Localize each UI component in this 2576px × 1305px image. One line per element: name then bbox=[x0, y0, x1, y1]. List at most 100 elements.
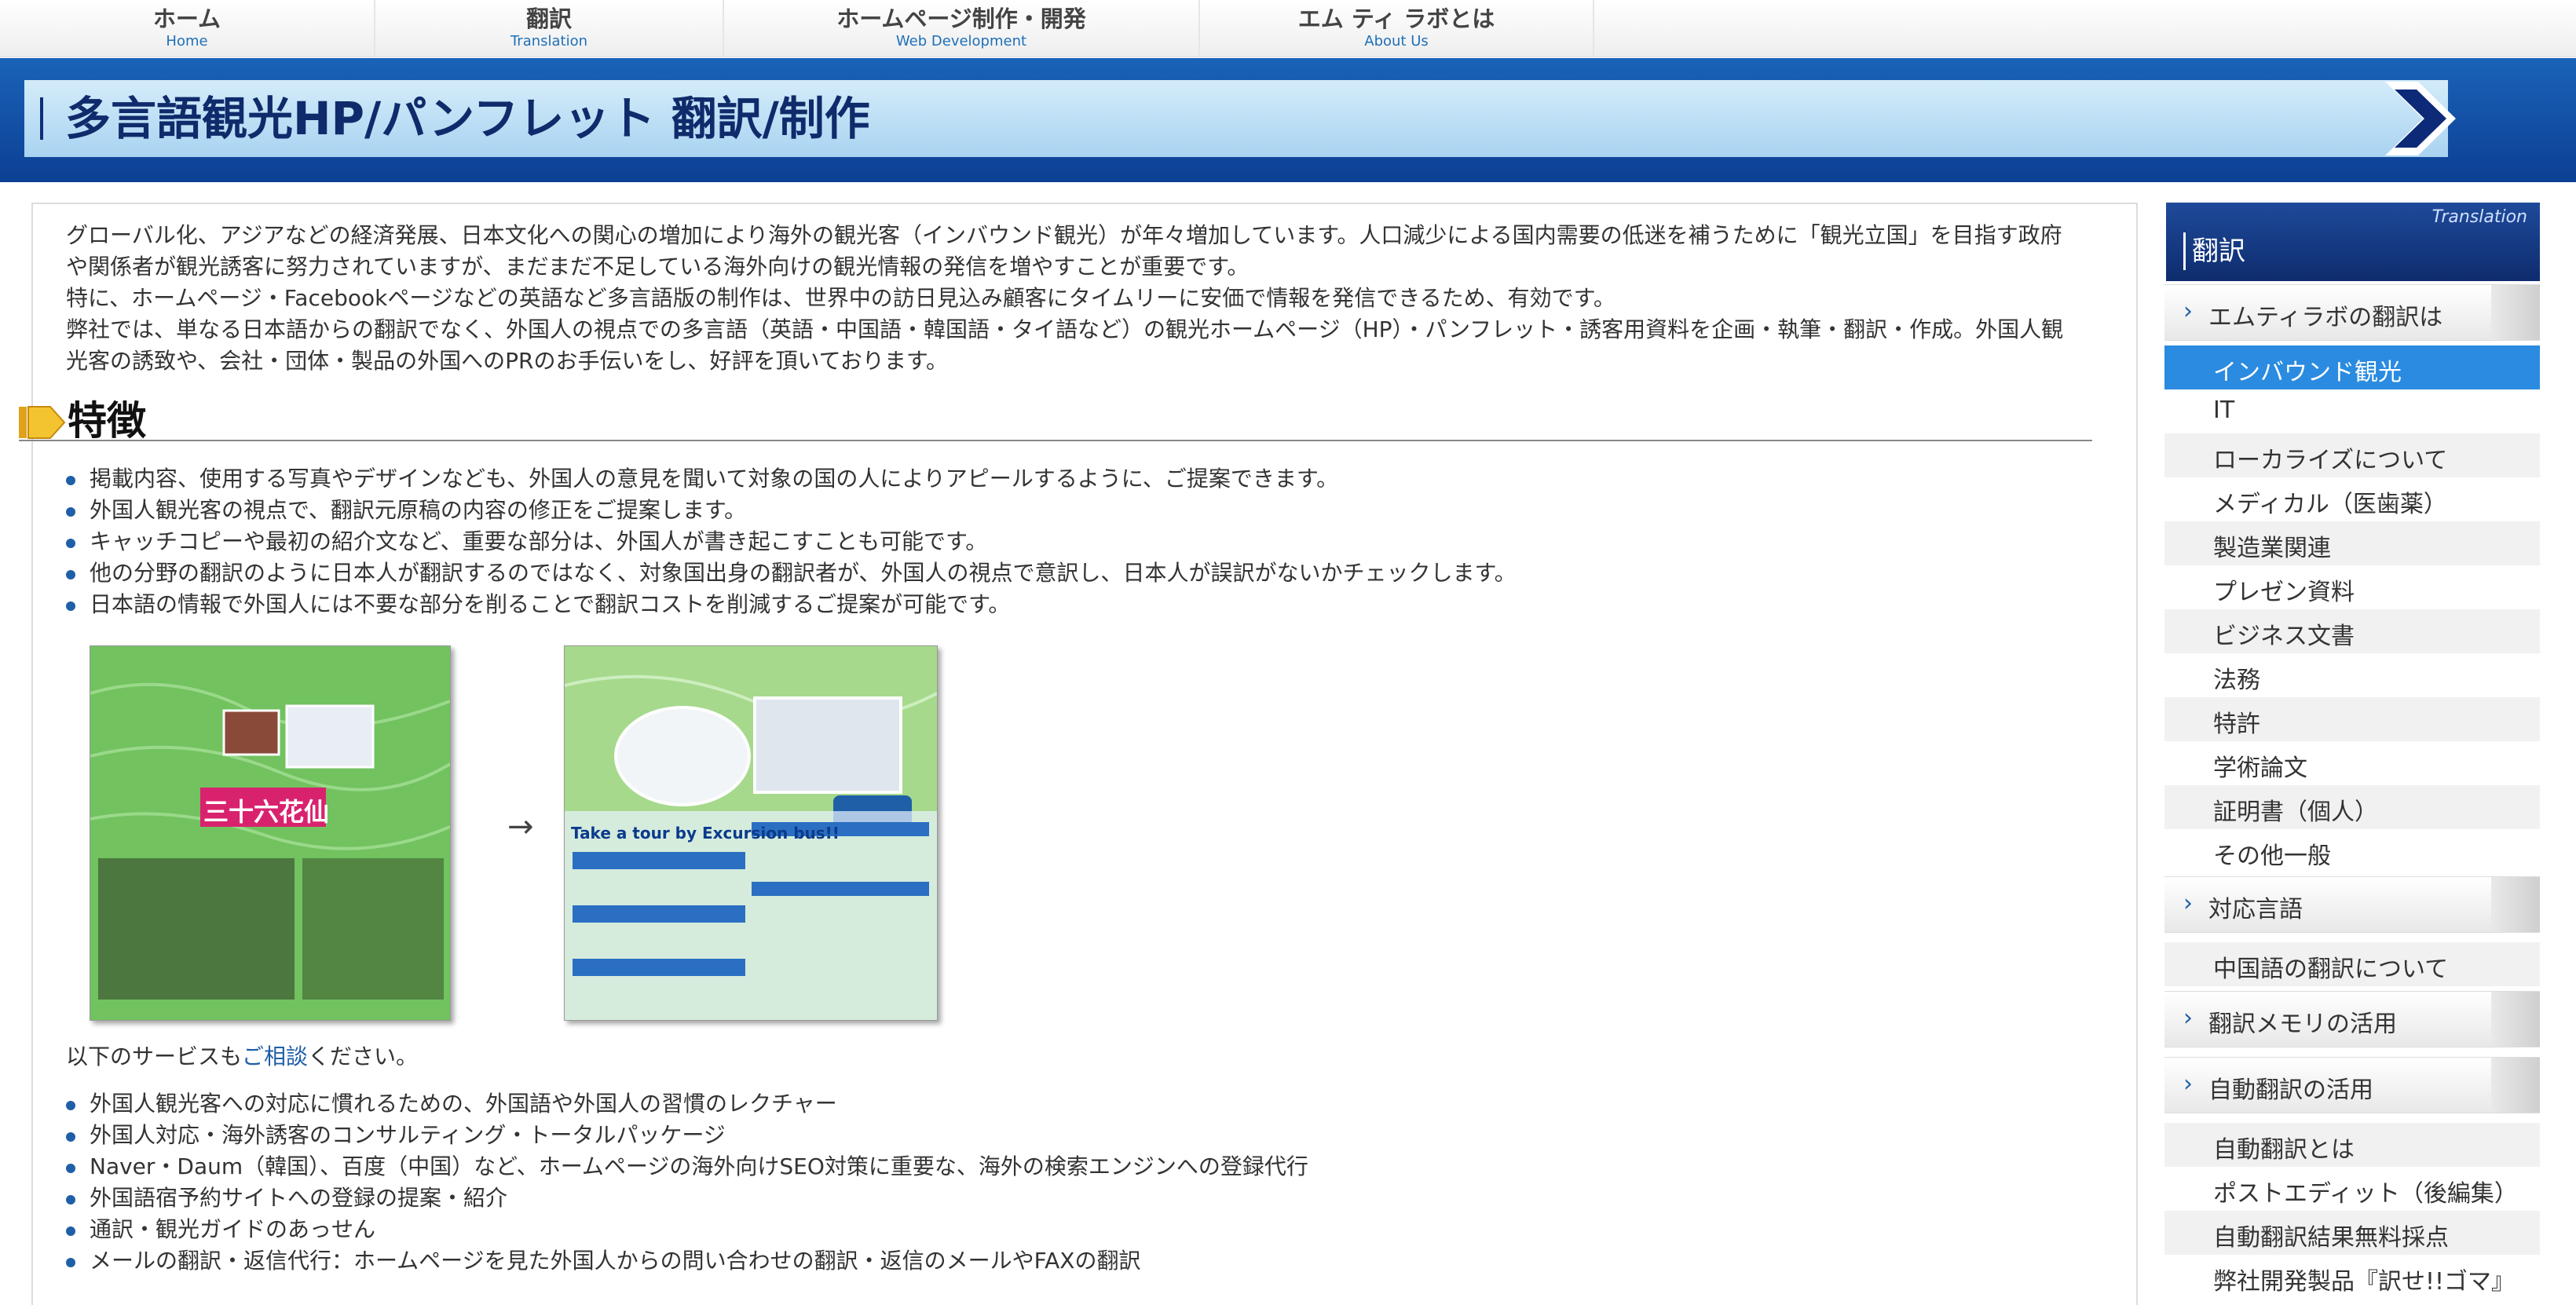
list-item: 外国語宿予約サイトへの登録の提案・紹介 bbox=[66, 1183, 1308, 1214]
sidebar-item-label: 弊社開発製品『訳せ!!ゴマ』 bbox=[2213, 1268, 2516, 1296]
sidebar-item-certificate[interactable]: 証明書（個人） bbox=[2164, 785, 2540, 829]
bullet-icon bbox=[66, 1226, 75, 1236]
bullet-icon bbox=[66, 507, 75, 517]
page-title: 多言語観光HP/パンフレット 翻訳/制作 bbox=[65, 92, 870, 145]
more-services-suffix: ください。 bbox=[308, 1044, 419, 1069]
consult-link[interactable]: ご相談 bbox=[242, 1044, 308, 1069]
nav-home-label: ホーム bbox=[152, 5, 221, 32]
sidebar-item-general[interactable]: その他一般 bbox=[2164, 829, 2540, 873]
chevron-tab-icon bbox=[2491, 877, 2540, 932]
sidebar-item-it[interactable]: IT bbox=[2164, 389, 2540, 433]
pamphlet-after-image: Take a tour by Excursion bus!! bbox=[564, 645, 938, 1021]
chevron-right-icon: › bbox=[2183, 890, 2193, 917]
intro-line: 弊社では、単なる日本語からの翻訳でなく、外国人の視点での多言語（英語・中国語・韓… bbox=[66, 316, 2064, 342]
more-services-text: 以下のサービスもご相談ください。 bbox=[66, 1041, 418, 1073]
sidebar-section-mt-lab-translation[interactable]: › エムティラボの翻訳は bbox=[2164, 284, 2540, 341]
main-content: グローバル化、アジアなどの経済発展、日本文化への関心の増加により海外の観光客（イ… bbox=[19, 203, 2138, 1305]
list-item-text: Naver・Daum（韓国）、百度（中国）など、ホームページの海外向けSEO対策… bbox=[90, 1153, 1308, 1179]
sidebar-item-business[interactable]: ビジネス文書 bbox=[2164, 609, 2540, 653]
list-item: 外国人観光客の視点で、翻訳元原稿の内容の修正をご提案します。 bbox=[66, 495, 1517, 526]
bullet-icon bbox=[66, 1258, 75, 1267]
list-item-text: 通訳・観光ガイドのあっせん bbox=[90, 1216, 376, 1242]
nav-translation-label: 翻訳 bbox=[525, 5, 572, 32]
list-item-text: 外国人対応・海外誘客のコンサルティング・トータルパッケージ bbox=[90, 1122, 726, 1148]
list-item: Naver・Daum（韓国）、百度（中国）など、ホームページの海外向けSEO対策… bbox=[66, 1151, 1308, 1183]
sidebar-section-languages[interactable]: › 対応言語 bbox=[2164, 876, 2540, 933]
sidebar-item-label: ポストエディット（後編集） bbox=[2213, 1180, 2518, 1208]
list-item: メールの翻訳・返信代行：ホームページを見た外国人からの問い合わせの翻訳・返信のメ… bbox=[66, 1245, 1308, 1277]
chevron-right-icon: › bbox=[2183, 1004, 2193, 1032]
pamphlet-before-image: 三十六花仙 bbox=[90, 645, 451, 1021]
sidebar-item-label: 法務 bbox=[2213, 667, 2260, 694]
title-rule bbox=[40, 97, 43, 140]
sidebar-item-inbound[interactable]: インバウンド観光 bbox=[2164, 345, 2540, 389]
pencil-tag-icon bbox=[19, 406, 66, 439]
list-item-text: メールの翻訳・返信代行：ホームページを見た外国人からの問い合わせの翻訳・返信のメ… bbox=[90, 1248, 1141, 1274]
sidebar-item-label: 製造業関連 bbox=[2213, 535, 2331, 562]
bullet-icon bbox=[66, 570, 75, 579]
sidebar-item-mt-scoring[interactable]: 自動翻訳結果無料採点 bbox=[2164, 1211, 2540, 1255]
list-item: キャッチコピーや最初の紹介文など、重要な部分は、外国人が書き起こすことも可能です… bbox=[66, 526, 1517, 557]
title-band: 多言語観光HP/パンフレット 翻訳/制作 bbox=[0, 58, 2576, 182]
bullet-icon bbox=[66, 601, 75, 611]
chevron-right-icon: › bbox=[2183, 1070, 2193, 1098]
bullet-icon bbox=[66, 1132, 75, 1142]
sidebar-section-translation-memory[interactable]: › 翻訳メモリの活用 bbox=[2164, 991, 2540, 1047]
more-services-prefix: 以下のサービスも bbox=[66, 1044, 243, 1069]
sidebar-item-label: 学術論文 bbox=[2213, 755, 2307, 782]
bullet-icon bbox=[66, 476, 75, 485]
sidebar-section-machine-translation[interactable]: › 自動翻訳の活用 bbox=[2164, 1057, 2540, 1113]
list-item: 通訳・観光ガイドのあっせん bbox=[66, 1214, 1308, 1245]
sidebar-item-medical[interactable]: メディカル（医歯薬） bbox=[2164, 477, 2540, 521]
top-navigation: ホーム Home 翻訳 Translation ホームページ制作・開発 Web … bbox=[0, 0, 2576, 57]
nav-translation-sublabel: Translation bbox=[510, 33, 588, 49]
chevron-right-icon bbox=[2385, 82, 2456, 155]
sidebar-item-label: 自動翻訳結果無料採点 bbox=[2213, 1224, 2449, 1252]
nav-home-sublabel: Home bbox=[166, 33, 208, 49]
bullet-icon bbox=[66, 1164, 75, 1173]
nav-web-development[interactable]: ホームページ制作・開発 Web Development bbox=[724, 0, 1200, 57]
list-item-text: キャッチコピーや最初の紹介文など、重要な部分は、外国人が書き起こすことも可能です… bbox=[90, 528, 988, 554]
sidebar-section-label: 自動翻訳の活用 bbox=[2208, 1077, 2373, 1104]
intro-line: グローバル化、アジアなどの経済発展、日本文化への関心の増加により海外の観光客（イ… bbox=[66, 222, 2062, 248]
sidebar-item-label: メディカル（医歯薬） bbox=[2213, 491, 2447, 518]
nav-about-us[interactable]: エム ティ ラボとは About Us bbox=[1200, 0, 1594, 57]
sidebar-item-label: 特許 bbox=[2213, 711, 2260, 738]
pamphlet-after-title: Take a tour by Excursion bus!! bbox=[571, 824, 840, 843]
chevron-tab-icon bbox=[2491, 992, 2540, 1047]
sidebar-header: Translation 翻訳 bbox=[2164, 203, 2540, 281]
sidebar-item-label: IT bbox=[2213, 397, 2235, 424]
sidebar-item-product[interactable]: 弊社開発製品『訳せ!!ゴマ』 bbox=[2164, 1255, 2540, 1299]
list-item: 掲載内容、使用する写真やデザインなども、外国人の意見を聞いて対象の国の人によりア… bbox=[66, 463, 1517, 495]
sidebar-item-post-edit[interactable]: ポストエディット（後編集） bbox=[2164, 1167, 2540, 1211]
sidebar-item-legal[interactable]: 法務 bbox=[2164, 653, 2540, 697]
list-item: 他の分野の翻訳のように日本人が翻訳するのではなく、対象国出身の翻訳者が、外国人の… bbox=[66, 557, 1517, 589]
intro-line: 特に、ホームページ・Facebookページなどの英語など多言語版の制作は、世界中… bbox=[66, 285, 1615, 311]
nav-home[interactable]: ホーム Home bbox=[0, 0, 375, 57]
sidebar-item-localize[interactable]: ローカライズについて bbox=[2164, 433, 2540, 477]
list-item-text: 外国語宿予約サイトへの登録の提案・紹介 bbox=[90, 1185, 508, 1211]
sidebar-item-label: 自動翻訳とは bbox=[2213, 1136, 2355, 1164]
sidebar-item-presentation[interactable]: プレゼン資料 bbox=[2164, 565, 2540, 609]
sidebar-item-label: プレゼン資料 bbox=[2213, 579, 2355, 606]
features-list: 掲載内容、使用する写真やデザインなども、外国人の意見を聞いて対象の国の人によりア… bbox=[66, 463, 1517, 620]
title-bar: 多言語観光HP/パンフレット 翻訳/制作 bbox=[24, 80, 2456, 157]
nav-about-us-label: エム ティ ラボとは bbox=[1297, 5, 1495, 32]
sidebar-item-chinese[interactable]: 中国語の翻訳について bbox=[2164, 942, 2540, 986]
features-heading: 特徴 bbox=[19, 399, 2092, 443]
sidebar-header-en: Translation bbox=[2431, 207, 2527, 227]
sidebar-item-academic[interactable]: 学術論文 bbox=[2164, 741, 2540, 785]
list-item: 日本語の情報で外国人には不要な部分を削ることで翻訳コストを削減するご提案が可能で… bbox=[66, 589, 1517, 620]
sidebar-item-mt-about[interactable]: 自動翻訳とは bbox=[2164, 1123, 2540, 1167]
list-item: 外国人対応・海外誘客のコンサルティング・トータルパッケージ bbox=[66, 1120, 1308, 1151]
map-illustration bbox=[90, 646, 450, 1020]
nav-translation[interactable]: 翻訳 Translation bbox=[375, 0, 724, 57]
pamphlet-before-title: 三十六花仙 bbox=[203, 797, 330, 827]
chevron-tab-icon bbox=[2491, 285, 2540, 340]
sidebar-item-label: その他一般 bbox=[2213, 843, 2331, 870]
intro-line: や関係者が観光誘客に努力されていますが、まだまだ不足している海外向けの観光情報の… bbox=[66, 254, 1250, 280]
sidebar-section-label: エムティラボの翻訳は bbox=[2208, 304, 2443, 331]
sidebar-item-manufacturing[interactable]: 製造業関連 bbox=[2164, 521, 2540, 565]
sidebar-item-label: 証明書（個人） bbox=[2213, 799, 2378, 826]
sidebar-item-patent[interactable]: 特許 bbox=[2164, 697, 2540, 741]
